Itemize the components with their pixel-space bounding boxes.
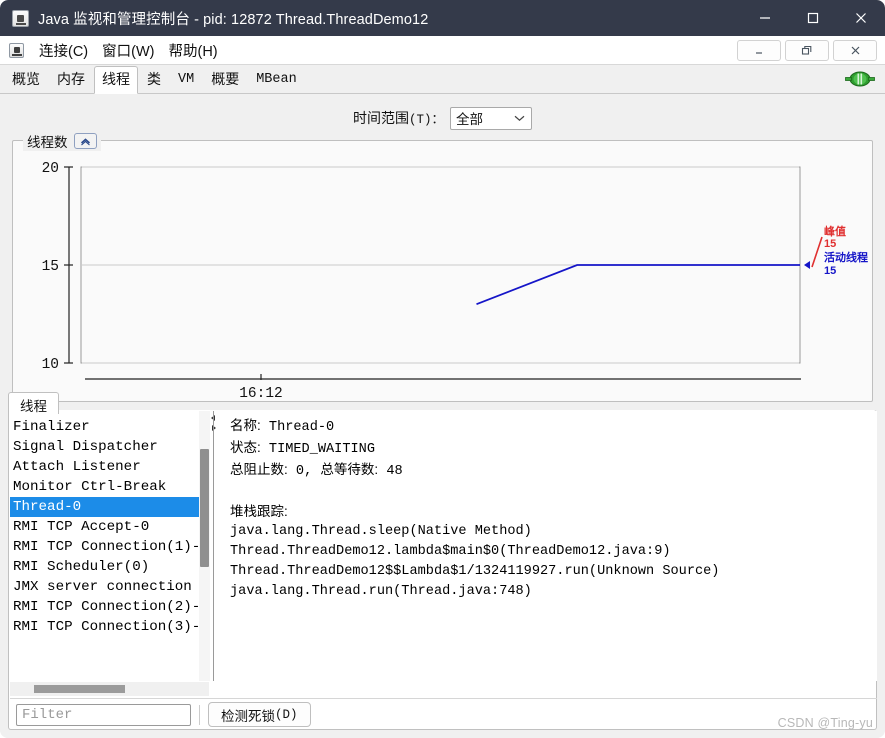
thread-list-item[interactable]: RMI Scheduler(0)	[10, 557, 199, 577]
tab-mbean[interactable]: MBean	[248, 66, 305, 93]
tab-classes[interactable]: 类	[139, 66, 169, 93]
chart-plot-area: 20 15 10 16:12 峰值 15 活动线程 15	[13, 155, 872, 402]
menu-item-connect[interactable]: 连接(C)	[32, 38, 95, 63]
thread-list-hscrollbar[interactable]	[10, 682, 209, 696]
threads-panel: 时间范围(T)： 全部 线程数 20 15 10 16:12 峰值 15 活动线…	[0, 94, 885, 738]
thread-detail-text: 名称: Thread-0 状态: TIMED_WAITING 总阻止数: 0, 总等…	[230, 416, 860, 602]
window-title: Java 监视和管理控制台 - pid: 12872 Thread.Thread…	[38, 11, 429, 28]
detail-name: 名称: Thread-0	[230, 418, 335, 435]
time-range-row: 时间范围(T)： 全部	[0, 105, 885, 131]
chart-panel-header: 线程数	[23, 131, 101, 151]
java-cup-icon	[9, 42, 24, 58]
java-cup-icon	[12, 9, 29, 27]
tab-overview[interactable]: 概览	[4, 66, 48, 93]
window-titlebar: Java 监视和管理控制台 - pid: 12872 Thread.Thread…	[0, 0, 885, 36]
watermark: CSDN @Ting-yu	[777, 716, 873, 730]
thread-list-item[interactable]: Signal Dispatcher	[10, 437, 199, 457]
thread-list-item[interactable]: JMX server connection t	[10, 577, 209, 597]
thread-list[interactable]: Finalizer Signal Dispatcher Attach Listene…	[10, 417, 209, 637]
time-range-label: 时间范围(T)：	[352, 110, 444, 127]
detail-stack-frame: java.lang.Thread.run(Thread.java:748)	[230, 584, 532, 599]
thread-list-hscrollbar-thumb[interactable]	[34, 685, 125, 693]
tab-summary[interactable]: 概要	[203, 66, 247, 93]
thread-list-item[interactable]: RMI TCP Accept-0	[10, 517, 199, 537]
thread-list-item[interactable]: RMI TCP Connection(3)-1	[10, 617, 209, 637]
menu-item-help[interactable]: 帮助(H)	[161, 38, 224, 63]
peak-legend-label: 峰值	[824, 224, 846, 238]
detail-state: 状态: TIMED_WAITING	[230, 440, 375, 457]
inner-window-controls	[737, 40, 877, 61]
inner-minimize-button[interactable]	[737, 40, 781, 61]
thread-list-item[interactable]: Finalizer	[10, 417, 199, 437]
split-divider[interactable]	[210, 411, 218, 681]
connected-plug-icon	[845, 70, 875, 88]
live-threads-legend-label: 活动线程	[824, 250, 868, 264]
y-axis-tick-label: 20	[42, 161, 59, 177]
thread-list-item[interactable]: RMI TCP Connection(2)-1	[10, 597, 209, 617]
detail-spacer	[230, 482, 860, 502]
detail-stack-frame: Thread.ThreadDemo12.lambda$main$0(Thread…	[230, 544, 671, 559]
threads-split-pane: Finalizer Signal Dispatcher Attach Listene…	[10, 411, 877, 681]
tab-vm[interactable]: VM	[170, 66, 202, 93]
chevron-down-icon	[514, 110, 525, 125]
thread-count-line-chart: 20151016:12峰值15活动线程15	[42, 161, 868, 402]
thread-list-item[interactable]: Thread-0	[10, 497, 199, 517]
threads-detail-container: Finalizer Signal Dispatcher Attach Listene…	[8, 410, 877, 730]
detail-stack-label: 堆栈跟踪:	[230, 504, 288, 519]
detect-deadlock-mnemonic: (D)	[275, 707, 298, 722]
detect-deadlock-button[interactable]: 检测死锁 (D)	[208, 702, 311, 727]
thread-count-chart-panel: 线程数 20 15 10 16:12 峰值 15 活动线程 15	[12, 131, 873, 402]
y-axis-tick-label: 15	[42, 259, 59, 275]
thread-list-scrollbar-thumb[interactable]	[200, 449, 209, 567]
detail-stack-frame: java.lang.Thread.sleep(Native Method)	[230, 524, 532, 539]
time-range-select[interactable]: 全部	[450, 106, 532, 130]
close-button[interactable]	[837, 0, 885, 36]
live-threads-legend-value: 15	[824, 265, 836, 277]
chart-panel-title: 线程数	[27, 135, 68, 150]
series-end-marker	[804, 261, 810, 269]
y-axis-tick-label: 10	[42, 357, 59, 373]
detect-deadlock-label: 检测死锁	[221, 708, 275, 724]
tab-threads[interactable]: 线程	[94, 66, 138, 94]
filter-input[interactable]: Filter	[16, 703, 191, 726]
maximize-button[interactable]	[789, 0, 837, 36]
peak-callout-line	[811, 236, 823, 268]
split-divider-arrows	[211, 415, 216, 431]
detail-counts: 总阻止数: 0, 总等待数: 48	[230, 462, 403, 479]
inner-restore-button[interactable]	[785, 40, 829, 61]
jconsole-window: Java 监视和管理控制台 - pid: 12872 Thread.Thread…	[0, 0, 885, 738]
time-range-value: 全部	[456, 112, 483, 127]
chevron-up-icon[interactable]	[73, 133, 97, 149]
thread-detail-panel: 名称: Thread-0 状态: TIMED_WAITING 总阻止数: 0, 总等…	[218, 411, 877, 681]
inner-close-button[interactable]	[833, 40, 877, 61]
window-controls	[741, 0, 885, 36]
peak-legend-value: 15	[824, 238, 836, 250]
thread-list-scrollbar[interactable]	[199, 411, 210, 681]
menu-item-window[interactable]: 窗口(W)	[95, 38, 161, 63]
x-axis-tick-label: 16:12	[239, 386, 283, 401]
bottom-bar-divider	[199, 704, 200, 725]
menu-bar: 连接(C) 窗口(W) 帮助(H)	[0, 36, 885, 65]
tab-memory[interactable]: 内存	[49, 66, 93, 93]
minimize-button[interactable]	[741, 0, 789, 36]
threads-bottom-bar: Filter 检测死锁 (D)	[10, 700, 877, 729]
thread-list-item[interactable]: RMI TCP Connection(1)-1	[10, 537, 209, 557]
detail-stack-frame: Thread.ThreadDemo12$$Lambda$1/1324119927…	[230, 564, 720, 579]
tab-threads-lower[interactable]: 线程	[8, 392, 59, 414]
thread-list-panel: Finalizer Signal Dispatcher Attach Listene…	[10, 411, 210, 681]
thread-list-item[interactable]: Monitor Ctrl-Break	[10, 477, 199, 497]
thread-list-item[interactable]: Attach Listener	[10, 457, 199, 477]
main-tab-strip: 概览 内存 线程 类 VM 概要 MBean	[0, 65, 885, 94]
bottom-separator	[10, 698, 877, 699]
